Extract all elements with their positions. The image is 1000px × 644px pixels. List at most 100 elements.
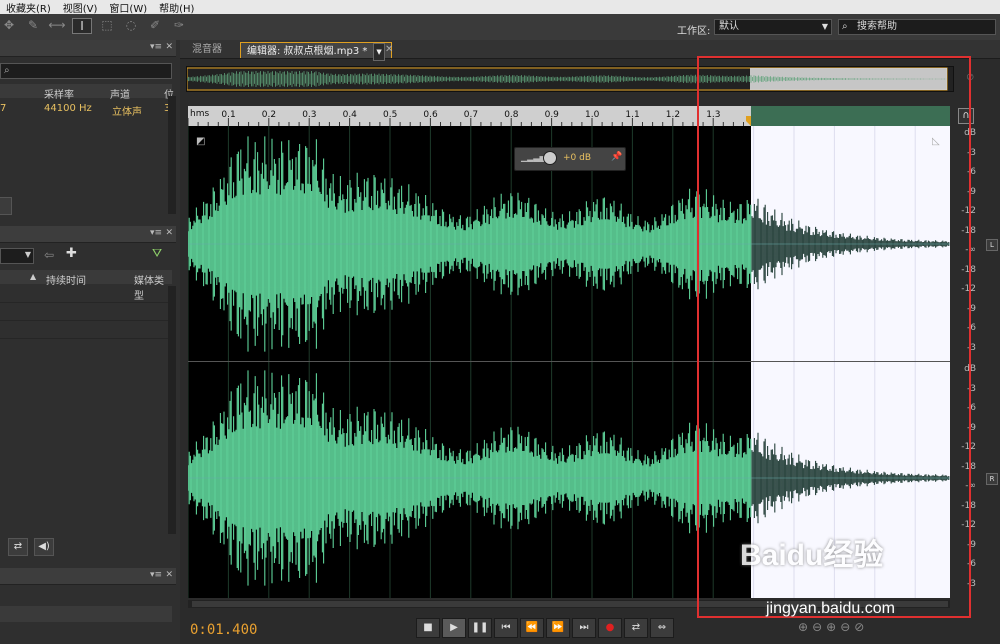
col-media-type[interactable]: 媒体类型 bbox=[134, 272, 172, 302]
paintbrush-tool-icon[interactable]: ✐ bbox=[146, 18, 164, 34]
play-button[interactable]: ▶ bbox=[442, 618, 466, 638]
rewind-button[interactable]: ⏪ bbox=[520, 618, 544, 638]
close-icon[interactable]: ✕ bbox=[385, 44, 393, 55]
loop-button[interactable]: ⇄ bbox=[8, 538, 28, 556]
panel-menu-icon[interactable]: ▾≡ bbox=[150, 570, 162, 580]
menu-view[interactable]: 视图(V) bbox=[57, 0, 104, 15]
menu-window[interactable]: 窗口(W) bbox=[103, 0, 153, 15]
healing-tool-icon[interactable]: ✑ bbox=[170, 18, 188, 34]
add-icon[interactable]: ✚ bbox=[66, 246, 77, 261]
record-button[interactable]: ● bbox=[598, 618, 622, 638]
time-stretch-tool-icon[interactable]: ⟷ bbox=[48, 18, 66, 34]
fast-forward-button[interactable]: ⏩ bbox=[546, 618, 570, 638]
db-scale-label: dB bbox=[964, 128, 976, 138]
zoom-out-time-icon[interactable]: ⊖ bbox=[840, 620, 850, 634]
media-column-header: ▲ 持续时间 媒体类型 bbox=[0, 270, 172, 302]
tab-editor-label: 编辑器: 叔叔点根烟.mp3 * bbox=[247, 46, 368, 57]
tab-editor[interactable]: 编辑器: 叔叔点根烟.mp3 * ▼ bbox=[240, 42, 392, 61]
zoom-to-fit-icon[interactable]: ⊘ bbox=[966, 72, 980, 84]
db-scale-label: -∞ bbox=[965, 481, 976, 491]
resize-icon[interactable]: ◩ bbox=[196, 136, 205, 147]
headphones-icon[interactable]: ∩ bbox=[958, 108, 974, 124]
filter-icon[interactable]: ⛛ bbox=[152, 246, 162, 261]
menu-help[interactable]: 帮助(H) bbox=[153, 0, 200, 15]
previous-button[interactable]: ⏮ bbox=[494, 618, 518, 638]
db-scale-label: -∞ bbox=[965, 245, 976, 255]
menu-bar: 收藏夹(R) 视图(V) 窗口(W) 帮助(H) bbox=[0, 0, 1000, 15]
pause-button[interactable]: ❚❚ bbox=[468, 618, 492, 638]
pin-icon[interactable]: 📌 bbox=[611, 152, 622, 162]
db-scale-label: -9 bbox=[967, 539, 976, 550]
zoom-controls: ⊕ ⊖ ⊕ ⊖ ⊘ bbox=[798, 620, 864, 634]
channel-label-left[interactable]: L bbox=[986, 239, 998, 251]
close-icon[interactable]: ✕ bbox=[165, 570, 173, 580]
next-button[interactable]: ⏭ bbox=[572, 618, 596, 638]
close-icon[interactable]: ✕ bbox=[165, 228, 173, 238]
zoom-in-time-icon[interactable]: ⊕ bbox=[826, 620, 836, 634]
zoom-in-amplitude-icon[interactable]: ⊕ bbox=[798, 620, 808, 634]
zoom-out-full-icon[interactable]: ⊘ bbox=[854, 620, 864, 634]
chevron-down-icon[interactable]: ▼ bbox=[373, 43, 385, 61]
panel-menu-icon[interactable]: ▾≡ bbox=[150, 228, 162, 238]
files-action-button[interactable] bbox=[0, 197, 12, 215]
file-row[interactable]: 7 44100 Hz 立体声 3 bbox=[0, 101, 172, 118]
db-scale-label: dB bbox=[964, 364, 976, 374]
search-icon: ⌕ bbox=[842, 21, 848, 32]
brush-tool-icon[interactable]: ✎ bbox=[24, 18, 42, 34]
waveform-display bbox=[188, 126, 950, 598]
db-scale-label: -3 bbox=[967, 147, 976, 158]
waveform-area[interactable]: ◩ ◺ bbox=[188, 126, 950, 598]
watermark-logo: Baidu经验 bbox=[740, 539, 884, 572]
menu-favorites[interactable]: 收藏夹(R) bbox=[0, 0, 57, 15]
workspace-value: 默认 bbox=[719, 21, 739, 32]
file-sample-rate: 44100 Hz bbox=[44, 103, 92, 114]
divider bbox=[0, 320, 172, 321]
db-scale-label: -18 bbox=[961, 500, 976, 511]
bottom-panel-header: ▾≡ ✕ bbox=[0, 568, 176, 585]
col-duration[interactable]: 持续时间 bbox=[46, 272, 86, 287]
panel-menu-icon[interactable]: ▾≡ bbox=[150, 42, 162, 52]
media-scrollbar[interactable] bbox=[168, 286, 176, 534]
marquee-tool-icon[interactable]: ⬚ bbox=[98, 18, 116, 34]
stop-button[interactable]: ■ bbox=[416, 618, 440, 638]
db-scale-label: -6 bbox=[967, 323, 976, 333]
move-tool-icon[interactable]: ✥ bbox=[0, 18, 18, 34]
current-time[interactable]: 0:01.400 bbox=[190, 622, 257, 638]
tool-group: ✥ ✎ ⟷ I ⬚ ◌ ✐ ✑ bbox=[0, 18, 188, 34]
tab-mixer[interactable]: 混音器 bbox=[186, 42, 228, 58]
col-sample-rate[interactable]: 采样率 bbox=[44, 86, 74, 101]
toolbar: ✥ ✎ ⟷ I ⬚ ◌ ✐ ✑ 工作区: 默认 ▼ ⌕ 搜索帮助 bbox=[0, 14, 1000, 41]
time-ruler[interactable]: 0.10.20.30.40.50.60.70.80.91.01.11.21.31… bbox=[187, 106, 950, 126]
col-channels[interactable]: 声道 bbox=[110, 86, 130, 101]
zoom-out-amplitude-icon[interactable]: ⊖ bbox=[812, 620, 822, 634]
speaker-button[interactable]: ◀) bbox=[34, 538, 54, 556]
db-scale-label: -3 bbox=[967, 578, 976, 589]
channel-label-right[interactable]: R bbox=[986, 473, 998, 485]
volume-knob[interactable] bbox=[543, 151, 557, 165]
time-selection-tool-icon[interactable]: I bbox=[72, 18, 92, 34]
lasso-tool-icon[interactable]: ◌ bbox=[122, 18, 140, 34]
file-channels: 立体声 bbox=[112, 107, 142, 118]
db-scale-label: -3 bbox=[967, 383, 976, 394]
volume-hud[interactable]: ▁▂▃▅ +0 dB 📌 bbox=[514, 147, 626, 171]
db-scale-label: -9 bbox=[967, 303, 976, 314]
db-scale: dB -3 -6 -9 -12 -18 -∞ -18 -12 -9 -6 -3 dB -3 -6 -9 -12 -… bbox=[952, 126, 978, 598]
back-arrow-icon[interactable]: ⇦ bbox=[44, 248, 54, 262]
workspace-select[interactable]: 默认 ▼ bbox=[714, 19, 832, 35]
files-scrollbar[interactable] bbox=[168, 96, 176, 214]
chevron-down-icon: ▼ bbox=[821, 22, 828, 31]
left-panels: ▾≡ ✕ ⌕ 采样率 声道 位 7 44100 Hz 立体声 3 ▾≡ ✕ ▼ … bbox=[0, 40, 180, 644]
search-icon: ⌕ bbox=[4, 65, 10, 76]
corner-icon[interactable]: ◺ bbox=[932, 136, 940, 147]
skip-selection-button[interactable]: ⇔ bbox=[650, 618, 674, 638]
files-search-input[interactable]: ⌕ bbox=[0, 63, 172, 79]
loop-button[interactable]: ⇄ bbox=[624, 618, 648, 638]
workspace-label: 工作区: bbox=[677, 26, 711, 37]
transport-controls: ■ ▶ ❚❚ ⏮ ⏪ ⏩ ⏭ ● ⇄ ⇔ bbox=[416, 618, 674, 638]
help-search-input[interactable]: ⌕ 搜索帮助 bbox=[838, 19, 996, 35]
close-icon[interactable]: ✕ bbox=[165, 42, 173, 52]
editor-tabs: 混音器 编辑器: 叔叔点根烟.mp3 * ▼ ✕ bbox=[180, 40, 1000, 61]
media-dropdown[interactable]: ▼ bbox=[0, 248, 34, 264]
overview-bar[interactable] bbox=[186, 66, 954, 92]
files-panel-header: ▾≡ ✕ bbox=[0, 40, 176, 57]
